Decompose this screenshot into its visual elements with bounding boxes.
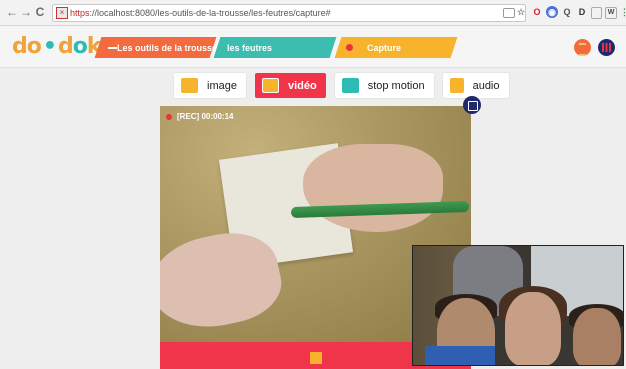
recording-indicator: [REC] 00:00:14 xyxy=(166,112,233,121)
dodok-logo[interactable]: do • d o k xyxy=(12,34,101,59)
address-url: https://localhost:8080/les-outils-de-la-… xyxy=(70,8,331,18)
breadcrumb-capture-label: Capture xyxy=(367,42,402,53)
extension-d-icon[interactable]: D xyxy=(576,6,588,18)
reload-icon[interactable]: C xyxy=(34,5,46,19)
tab-image[interactable]: image xyxy=(174,73,246,98)
page-icon[interactable] xyxy=(591,7,602,19)
breadcrumb-tools-label: Les outils de la trousse xyxy=(117,42,218,53)
tab-audio[interactable]: audio xyxy=(442,73,509,98)
menu-more-icon[interactable]: ⋮ xyxy=(620,6,626,18)
image-icon xyxy=(181,78,198,93)
audio-icon xyxy=(449,78,464,93)
documents-icon[interactable] xyxy=(574,39,591,56)
extension-blue-icon[interactable]: ◉ xyxy=(546,6,558,18)
stop-motion-icon xyxy=(341,78,359,93)
apps-grid-icon[interactable] xyxy=(598,39,615,56)
tab-stop-motion-label: stop motion xyxy=(367,79,425,92)
browser-toolbar: ← → C × https://localhost:8080/les-outil… xyxy=(0,0,626,26)
bookmark-star-icon[interactable]: ☆ xyxy=(515,6,527,18)
app-header: do • d o k Les outils de la trousse les feut… xyxy=(0,26,626,68)
breadcrumb-tool-label: les feutres xyxy=(227,42,273,53)
tab-audio-label: audio xyxy=(472,79,500,92)
zoom-icon[interactable]: Q xyxy=(561,6,573,18)
opera-icon[interactable]: O xyxy=(531,6,543,18)
fullscreen-icon[interactable] xyxy=(463,96,481,114)
cast-icon[interactable] xyxy=(503,8,515,18)
rec-timer: [REC] 00:00:14 xyxy=(177,112,234,121)
video-icon xyxy=(261,78,279,93)
stop-recording-button[interactable] xyxy=(310,352,322,364)
breadcrumb-capture[interactable]: Capture xyxy=(334,37,458,58)
capture-mode-tabs: image vidéo stop motion audio xyxy=(174,73,509,98)
rec-dot-icon xyxy=(166,113,172,120)
breadcrumb-tool[interactable]: les feutres xyxy=(213,37,337,58)
tab-image-label: image xyxy=(207,79,237,92)
insecure-lock-icon: × xyxy=(56,7,68,19)
breadcrumb-tools[interactable]: Les outils de la trousse xyxy=(94,37,218,58)
wikipedia-icon[interactable]: W xyxy=(605,7,617,19)
tab-stop-motion[interactable]: stop motion xyxy=(334,73,434,98)
tab-video[interactable]: vidéo xyxy=(254,73,326,98)
writing-hand xyxy=(303,144,443,232)
address-bar[interactable]: × https://localhost:8080/les-outils-de-l… xyxy=(52,4,526,22)
arrow-right-icon[interactable]: → xyxy=(20,5,32,19)
record-dot-icon xyxy=(346,44,353,51)
webcam-thumbnail xyxy=(412,245,624,366)
tab-video-label: vidéo xyxy=(287,79,317,92)
arrow-left-icon[interactable]: ← xyxy=(6,5,18,19)
